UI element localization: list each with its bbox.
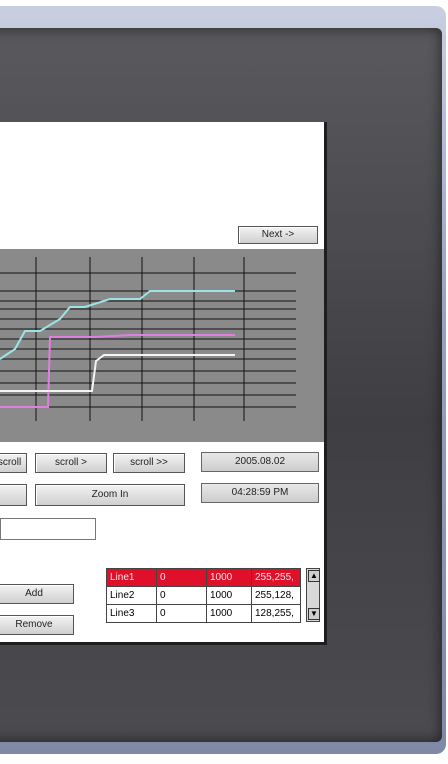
scroll-left-button[interactable]: scroll: [0, 453, 27, 473]
min-cell: 0: [156, 586, 207, 605]
color-cell: 255,128,: [251, 586, 301, 605]
time-display: 04:28:59 PM: [201, 483, 319, 503]
white-trace: [0, 354, 235, 392]
zoom-in-button[interactable]: Zoom In: [35, 484, 185, 506]
table-scrollbar[interactable]: ▲ ▼: [306, 568, 320, 622]
line-name-cell: Line1: [106, 568, 157, 587]
line-name-cell: Line2: [106, 586, 157, 605]
trend-chart: [0, 249, 324, 442]
table-row[interactable]: Line3 0 1000 128,255,: [106, 604, 301, 623]
monitor-photo: Next -> scroll scroll > scroll >> 2005.0…: [0, 0, 448, 764]
lines-table: Line1 0 1000 255,255, Line2 0 1000 255,1…: [106, 568, 301, 623]
hmi-screen: Next -> scroll scroll > scroll >> 2005.0…: [0, 122, 327, 645]
color-cell: 128,255,: [251, 604, 301, 623]
table-row[interactable]: Line2 0 1000 255,128,: [106, 586, 301, 605]
min-cell: 0: [156, 568, 207, 587]
max-cell: 1000: [206, 586, 252, 605]
scroll-up-icon[interactable]: ▲: [308, 570, 320, 582]
line-name-input[interactable]: [0, 518, 96, 540]
scroll-down-icon[interactable]: ▼: [308, 608, 320, 620]
color-cell: 255,255,: [251, 568, 301, 587]
add-button[interactable]: Add: [0, 584, 74, 604]
date-display: 2005.08.02: [201, 452, 319, 472]
trend-chart-svg: [0, 257, 296, 421]
next-button[interactable]: Next ->: [238, 226, 318, 244]
remove-button[interactable]: Remove: [0, 615, 74, 635]
zoom-out-button[interactable]: [0, 484, 27, 506]
scroll-far-right-button[interactable]: scroll >>: [113, 453, 185, 473]
line-name-cell: Line3: [106, 604, 157, 623]
max-cell: 1000: [206, 604, 252, 623]
min-cell: 0: [156, 604, 207, 623]
chart-grid: [0, 257, 296, 421]
max-cell: 1000: [206, 568, 252, 587]
scroll-right-button[interactable]: scroll >: [35, 453, 107, 473]
table-row[interactable]: Line1 0 1000 255,255,: [106, 568, 301, 587]
